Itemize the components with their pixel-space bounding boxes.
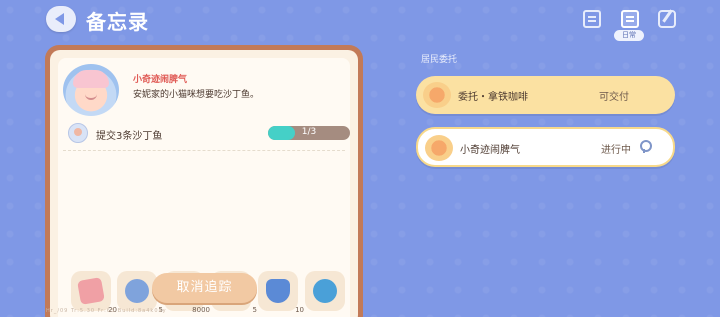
section-label: 居民委托 [421, 55, 458, 65]
blue-coin-icon [125, 279, 149, 303]
quest-item-status: 可交付 [599, 92, 629, 103]
quest-description: 安妮家的小猫咪想要吃沙丁鱼。 [133, 90, 260, 100]
reward-count: 5 [252, 306, 257, 314]
task-text: 提交3条沙丁鱼 [96, 131, 163, 142]
quest-item-status: 进行中 [601, 145, 631, 156]
blue-badge-icon [266, 279, 290, 303]
back-button[interactable] [46, 6, 76, 32]
quest-coin-icon [425, 135, 453, 161]
npc-avatar [63, 64, 119, 116]
task-progress-bar: 1/3 [268, 126, 350, 140]
quest-item-title: 小奇迹闹脾气 [460, 145, 520, 156]
quest-item-title: 委托・拿铁咖啡 [458, 92, 528, 103]
location-pin-icon[interactable] [639, 140, 652, 153]
reward-item[interactable] [305, 271, 345, 311]
task-row: 提交3条沙丁鱼 1/3 [68, 123, 350, 145]
quest-title: 小奇迹闹脾气 [133, 75, 188, 85]
task-avatar-icon [68, 123, 88, 143]
quest-list-item-active[interactable]: 小奇迹闹脾气 进行中 [416, 127, 675, 167]
pink-ticket-icon [77, 277, 105, 305]
reward-item[interactable]: 20 [71, 271, 117, 314]
edit-icon[interactable] [658, 10, 676, 28]
book-icon[interactable] [583, 10, 601, 28]
notebook-icon[interactable] [621, 10, 639, 28]
mystery-icon [313, 279, 337, 303]
page-title: 备忘录 [86, 10, 149, 34]
reward-item[interactable]: 5 [117, 271, 163, 314]
quest-coin-icon [423, 82, 451, 108]
back-arrow-icon [55, 13, 64, 25]
daily-badge: 日常 [614, 30, 644, 41]
reward-item[interactable]: 10 [258, 271, 304, 314]
header-bar: 备忘录 日常 [0, 0, 720, 41]
reward-count: 10 [295, 306, 304, 314]
cancel-tracking-button[interactable]: 取消追踪 [152, 273, 257, 303]
quest-list-item[interactable]: 委托・拿铁咖啡 可交付 [416, 76, 675, 114]
debug-footer: Hr_/09 Tr:5.30 Fr:65 Build:8a4k0ay [46, 308, 167, 314]
task-progress-text: 1/3 [301, 127, 317, 137]
divider [63, 150, 345, 151]
reward-count: 8000 [192, 306, 210, 314]
